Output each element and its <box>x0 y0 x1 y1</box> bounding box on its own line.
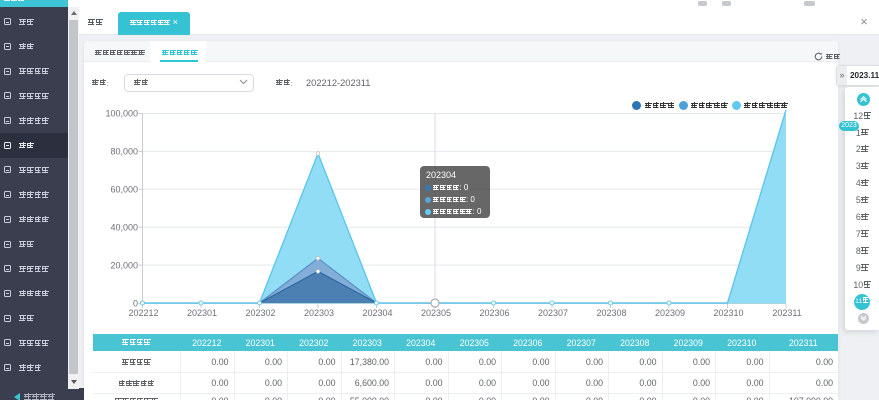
svg-text:202308: 202308 <box>596 308 626 318</box>
svg-text:202311: 202311 <box>772 308 801 318</box>
svg-text:202302: 202302 <box>245 308 275 318</box>
svg-text:40,000: 40,000 <box>110 222 138 232</box>
svg-text:60,000: 60,000 <box>110 185 138 195</box>
svg-text:202304: 202304 <box>362 308 392 318</box>
svg-text:202306: 202306 <box>479 308 509 318</box>
svg-text:202309: 202309 <box>655 308 685 318</box>
svg-text:20,000: 20,000 <box>110 260 138 270</box>
svg-text:202303: 202303 <box>304 308 334 318</box>
svg-text:202307: 202307 <box>538 308 568 318</box>
svg-text:202305: 202305 <box>421 308 451 318</box>
svg-text:202212: 202212 <box>128 308 158 318</box>
svg-text:202310: 202310 <box>713 308 743 318</box>
svg-text:80,000: 80,000 <box>110 147 138 157</box>
svg-text:202301: 202301 <box>187 308 217 318</box>
svg-text:100,000: 100,000 <box>105 109 138 119</box>
